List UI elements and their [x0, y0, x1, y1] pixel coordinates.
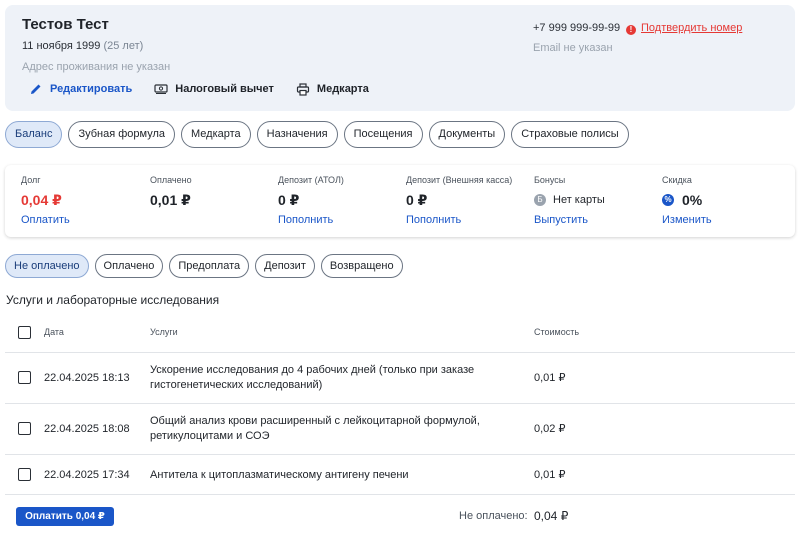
deposit-atol-block: Депозит (АТОЛ) 0 ₽ Пополнить: [278, 175, 344, 226]
tab-dental-formula[interactable]: Зубная формула: [68, 121, 175, 148]
patient-age: (25 лет): [103, 40, 144, 52]
tax-deduction-label: Налоговый вычет: [175, 83, 274, 95]
medcard-label: Медкарта: [316, 83, 369, 95]
medcard-print-button[interactable]: Медкарта: [296, 82, 369, 96]
filter-returned[interactable]: Возвращено: [320, 254, 403, 278]
bonus-coin-icon: Б: [534, 194, 546, 206]
paid-block: Оплачено 0,01 ₽: [150, 175, 192, 209]
discount-value-row: % 0%: [662, 191, 712, 209]
deposit-atol-label: Депозит (АТОЛ): [278, 175, 344, 185]
discount-value: 0%: [682, 192, 703, 208]
tab-medcard[interactable]: Медкарта: [181, 121, 251, 148]
pay-button[interactable]: Оплатить 0,04 ₽: [16, 507, 114, 526]
patient-email: Email не указан: [533, 42, 613, 54]
filter-paid[interactable]: Оплачено: [94, 254, 164, 278]
patient-actions: Редактировать Налоговый вычет Медкарта: [29, 82, 391, 96]
pencil-icon: [29, 82, 43, 96]
table-row[interactable]: 22.04.2025 18:13 Ускорение исследования …: [5, 353, 795, 404]
cash-icon: [154, 82, 168, 96]
filter-unpaid[interactable]: Не оплачено: [5, 254, 89, 278]
row-checkbox[interactable]: [18, 422, 31, 435]
unpaid-total-label: Не оплачено:: [459, 510, 528, 522]
tab-prescriptions[interactable]: Назначения: [256, 121, 338, 148]
tab-bar: Баланс Зубная формула Медкарта Назначени…: [5, 121, 635, 148]
discount-label: Скидка: [662, 175, 692, 185]
row-cost: 0,01 ₽: [534, 469, 566, 481]
paid-label: Оплачено: [150, 175, 192, 185]
table-row[interactable]: 22.04.2025 18:08 Общий анализ крови расш…: [5, 404, 795, 455]
deposit-external-value: 0 ₽: [406, 191, 428, 208]
section-title: Услуги и лабораторные исследования: [6, 293, 220, 307]
patient-address: Адрес проживания не указан: [22, 61, 171, 73]
deposit-external-block: Депозит (Внешняя касса) 0 ₽ Пополнить: [406, 175, 512, 226]
debt-block: Долг 0,04 ₽ Оплатить: [21, 175, 70, 226]
row-date: 22.04.2025 18:13: [44, 372, 130, 384]
debt-value: 0,04 ₽: [21, 191, 62, 208]
filter-deposit[interactable]: Депозит: [255, 254, 315, 278]
paid-value: 0,01 ₽: [150, 191, 191, 208]
patient-header-card: Тестов Тест 11 ноября 1999 (25 лет) Адре…: [5, 5, 795, 111]
tab-visits[interactable]: Посещения: [343, 121, 423, 148]
row-date: 22.04.2025 18:08: [44, 423, 130, 435]
bonuses-label: Бонусы: [534, 175, 566, 185]
discount-block: Скидка % 0% Изменить: [662, 175, 712, 226]
edit-button[interactable]: Редактировать: [29, 82, 132, 96]
column-cost: Стоимость: [534, 327, 580, 337]
change-discount-link[interactable]: Изменить: [662, 214, 712, 226]
column-date: Дата: [44, 327, 64, 337]
row-service: Антитела к цитоплазматическому антигену …: [150, 469, 409, 481]
patient-name: Тестов Тест: [22, 16, 109, 33]
bonuses-block: Бонусы Б Нет карты Выпустить: [534, 175, 605, 226]
filter-prepayment[interactable]: Предоплата: [169, 254, 250, 278]
unpaid-total-value: 0,04 ₽: [534, 509, 569, 523]
percent-icon: %: [662, 194, 674, 206]
row-date: 22.04.2025 17:34: [44, 469, 130, 481]
tax-deduction-button[interactable]: Налоговый вычет: [154, 82, 274, 96]
printer-icon: [296, 82, 310, 96]
deposit-atol-value: 0 ₽: [278, 191, 300, 208]
row-service: Ускорение исследования до 4 рабочих дней…: [150, 364, 475, 391]
tab-balance[interactable]: Баланс: [5, 121, 63, 148]
column-service: Услуги: [150, 327, 178, 337]
edit-button-label: Редактировать: [50, 83, 133, 95]
tab-documents[interactable]: Документы: [428, 121, 506, 148]
patient-dob-line: 11 ноября 1999 (25 лет): [22, 40, 143, 52]
confirm-phone-label: Подтвердить номер: [641, 22, 743, 34]
payment-status-filters: Не оплачено Оплачено Предоплата Депозит …: [5, 254, 409, 278]
select-all-checkbox[interactable]: [18, 326, 31, 339]
issue-card-link[interactable]: Выпустить: [534, 214, 605, 226]
row-checkbox[interactable]: [18, 468, 31, 481]
deposit-external-topup-link[interactable]: Пополнить: [406, 214, 512, 226]
confirm-phone-link[interactable]: ! Подтвердить номер: [626, 22, 742, 35]
bonuses-value-row: Б Нет карты: [534, 191, 605, 209]
tab-insurance[interactable]: Страховые полисы: [511, 121, 629, 148]
patient-dob: 11 ноября 1999: [22, 40, 101, 52]
pay-debt-link[interactable]: Оплатить: [21, 214, 70, 226]
warning-icon: !: [626, 25, 636, 35]
row-cost: 0,01 ₽: [534, 372, 566, 384]
patient-phone: +7 999 999-99-99: [533, 22, 621, 34]
bonuses-value: Нет карты: [553, 194, 605, 206]
deposit-atol-topup-link[interactable]: Пополнить: [278, 214, 344, 226]
debt-label: Долг: [21, 175, 41, 185]
row-service: Общий анализ крови расширенный с лейкоци…: [150, 415, 480, 442]
deposit-external-label: Депозит (Внешняя касса): [406, 175, 513, 185]
row-checkbox[interactable]: [18, 371, 31, 384]
table-header: Дата Услуги Стоимость: [5, 315, 795, 353]
balance-summary-card: Долг 0,04 ₽ Оплатить Оплачено 0,01 ₽ Деп…: [5, 165, 795, 237]
table-row[interactable]: 22.04.2025 17:34 Антитела к цитоплазмати…: [5, 455, 795, 495]
row-cost: 0,02 ₽: [534, 423, 566, 435]
